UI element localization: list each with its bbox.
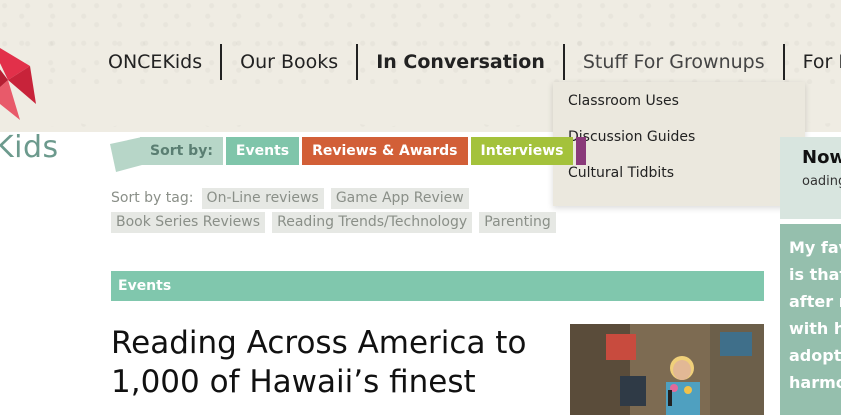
section-header-events: Events <box>111 271 764 301</box>
logo-pinwheel-icon[interactable] <box>0 36 42 120</box>
tag-game-app-review[interactable]: Game App Review <box>330 188 469 209</box>
nav-item-stuff-for-grownups[interactable]: Stuff For Grownups <box>565 44 785 80</box>
sort-events-button[interactable]: Events <box>225 137 300 165</box>
tag-parenting[interactable]: Parenting <box>479 212 556 233</box>
sort-more-button[interactable] <box>576 137 587 165</box>
nav-item-our-books[interactable]: Our Books <box>222 44 359 80</box>
main-nav: ONCEKids Our Books In Conversation Stuff… <box>90 44 841 80</box>
quote-line: is that <box>789 265 841 284</box>
logo-text[interactable]: Kids <box>0 130 59 165</box>
tag-book-series-reviews[interactable]: Book Series Reviews <box>111 212 266 233</box>
menu-item-discussion-guides[interactable]: Discussion Guides <box>553 126 805 162</box>
article-title-line-2[interactable]: 1,000 of Hawaii’s finest <box>111 363 551 402</box>
sidebar-quote-panel: My fav is that after m with he adopte ha… <box>780 224 841 415</box>
sidebar-now-panel: Now oading <box>780 137 841 219</box>
article-title[interactable]: Reading Across America to 1,000 of Hawai… <box>111 324 551 402</box>
sort-by-tag-label: Sort by tag: <box>111 190 194 206</box>
sort-reviews-awards-button[interactable]: Reviews & Awards <box>302 137 468 165</box>
quote-line: after m <box>789 292 841 311</box>
page: Kids ONCEKids Our Books In Conversation … <box>0 0 841 415</box>
sidebar-heading: Now <box>802 147 841 168</box>
quote-line: harmo <box>789 373 841 392</box>
nav-item-for-kids[interactable]: For Kid <box>785 44 841 80</box>
sort-bar: Sort by: Events Reviews & Awards Intervi… <box>140 137 589 165</box>
tag-list: Sort by tag: On-Line reviews Game App Re… <box>111 187 591 235</box>
article-photo[interactable] <box>570 324 764 415</box>
menu-item-classroom-uses[interactable]: Classroom Uses <box>553 90 805 126</box>
article-title-line-1[interactable]: Reading Across America to <box>111 324 551 363</box>
quote-line: with he <box>789 319 841 338</box>
sort-interviews-button[interactable]: Interviews <box>470 137 574 165</box>
tag-online-reviews[interactable]: On-Line reviews <box>201 188 324 209</box>
quote-line: adopte <box>789 346 841 365</box>
quote-line: My fav <box>789 238 841 257</box>
sort-by-label: Sort by: <box>140 137 223 165</box>
nav-item-oncekids[interactable]: ONCEKids <box>90 44 223 80</box>
sidebar-loading-text: oading <box>802 174 841 189</box>
nav-item-in-conversation[interactable]: In Conversation <box>358 44 565 80</box>
tag-reading-trends-technology[interactable]: Reading Trends/Technology <box>272 212 473 233</box>
